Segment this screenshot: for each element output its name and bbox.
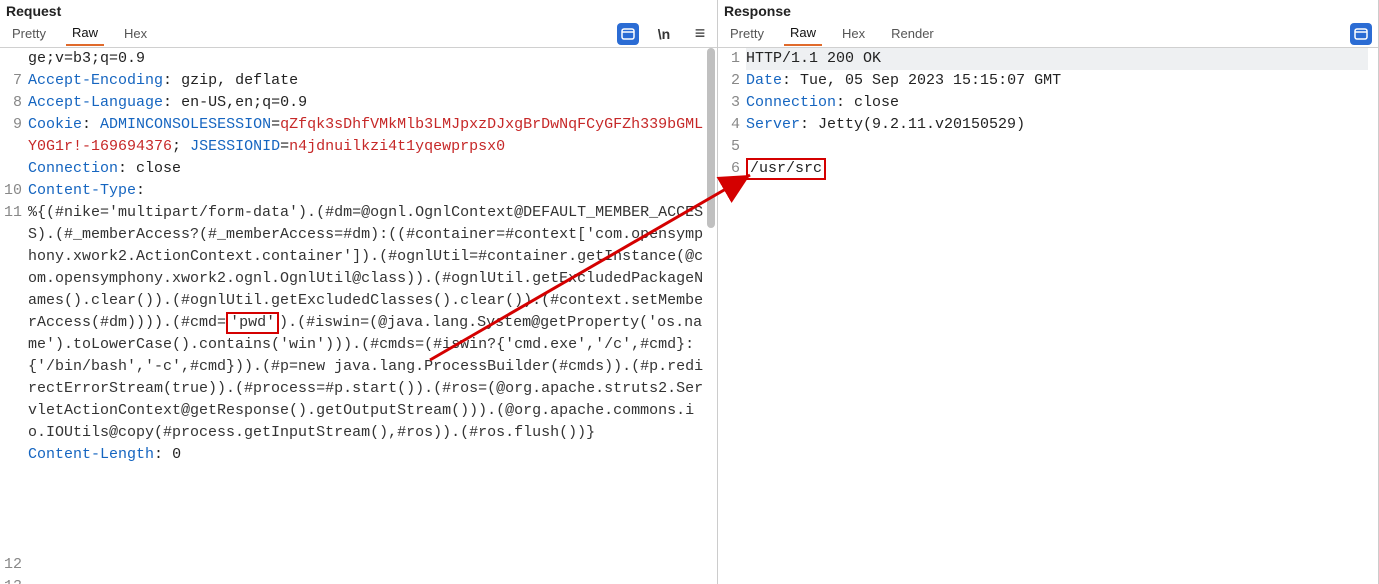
- response-tabs: Pretty Raw Hex Render: [718, 20, 1378, 48]
- request-tabs: Pretty Raw Hex \n ≡: [0, 20, 717, 48]
- tab-hex[interactable]: Hex: [118, 22, 153, 45]
- scrollbar-thumb[interactable]: [707, 48, 715, 228]
- response-gutter: 123456: [718, 48, 746, 584]
- tab-raw[interactable]: Raw: [784, 21, 822, 46]
- tab-pretty[interactable]: Pretty: [6, 22, 52, 45]
- request-panel: Request Pretty Raw Hex \n ≡ 789 1011 121…: [0, 0, 718, 584]
- tab-render[interactable]: Render: [885, 22, 940, 45]
- tab-raw[interactable]: Raw: [66, 21, 104, 46]
- response-body-highlight: /usr/src: [746, 158, 826, 180]
- request-title: Request: [0, 0, 717, 20]
- actions-icon[interactable]: [617, 23, 639, 45]
- request-code[interactable]: 789 1011 1213 ge;v=b3;q=0.9Accept-Encodi…: [0, 48, 717, 584]
- newline-icon[interactable]: \n: [653, 23, 675, 45]
- tab-hex[interactable]: Hex: [836, 22, 871, 45]
- menu-icon[interactable]: ≡: [689, 23, 711, 45]
- response-panel: Response Pretty Raw Hex Render 123456 HT…: [718, 0, 1379, 584]
- tab-pretty[interactable]: Pretty: [724, 22, 770, 45]
- request-lines: ge;v=b3;q=0.9Accept-Encoding: gzip, defl…: [28, 48, 717, 584]
- response-lines: HTTP/1.1 200 OKDate: Tue, 05 Sep 2023 15…: [746, 48, 1378, 584]
- request-gutter: 789 1011 1213: [0, 48, 28, 584]
- response-title: Response: [718, 0, 1378, 20]
- actions-icon[interactable]: [1350, 23, 1372, 45]
- cmd-highlight: 'pwd': [226, 312, 279, 334]
- response-code[interactable]: 123456 HTTP/1.1 200 OKDate: Tue, 05 Sep …: [718, 48, 1378, 584]
